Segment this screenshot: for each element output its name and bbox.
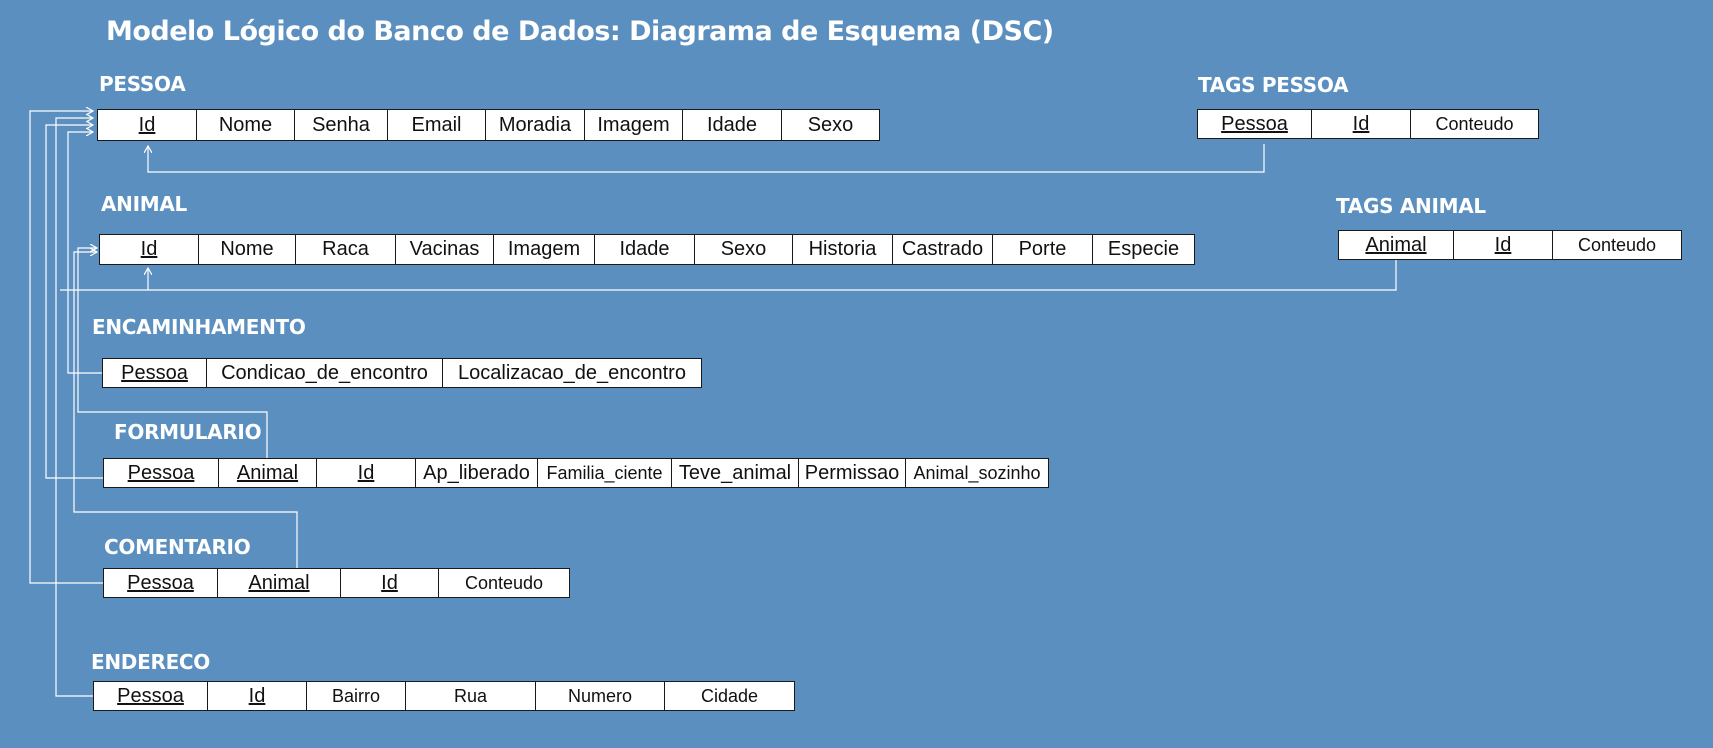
column-cell: Animal_sozinho [906, 459, 1048, 487]
fk-endereco-pessoa-line [55, 118, 94, 697]
column-cell: Raca [296, 235, 396, 264]
column-cell: Id [100, 235, 199, 264]
column-cell: Cidade [665, 682, 794, 710]
column-cell: Email [388, 110, 486, 140]
column-cell: Condicao_de_encontro [207, 359, 443, 387]
column-cell: Especie [1093, 235, 1194, 264]
table-tags-animal: Animal Id Conteudo [1338, 230, 1682, 260]
fk-comentario-animal-line [73, 252, 298, 570]
column-cell: Conteudo [439, 569, 569, 597]
table-name-pessoa: PESSOA [99, 72, 186, 96]
column-cell: Numero [536, 682, 665, 710]
column-cell: Imagem [494, 235, 595, 264]
column-cell: Pessoa [94, 682, 208, 710]
column-cell: Id [341, 569, 439, 597]
table-name-tags-pessoa: TAGS PESSOA [1198, 73, 1349, 97]
table-name-endereco: ENDERECO [91, 650, 211, 674]
column-cell: Castrado [893, 235, 993, 264]
table-name-tags-animal: TAGS ANIMAL [1336, 194, 1486, 218]
column-cell: Idade [595, 235, 695, 264]
column-cell: Pessoa [1198, 110, 1312, 138]
column-cell: Bairro [307, 682, 406, 710]
column-cell: Pessoa [104, 459, 219, 487]
column-cell: Conteudo [1553, 231, 1681, 259]
column-cell: Porte [993, 235, 1093, 264]
table-endereco: Pessoa Id Bairro Rua Numero Cidade [93, 681, 795, 711]
column-cell: Pessoa [103, 359, 207, 387]
column-cell: Moradia [486, 110, 585, 140]
column-cell: Senha [295, 110, 388, 140]
column-cell: Permissao [799, 459, 906, 487]
table-tags-pessoa: Pessoa Id Conteudo [1197, 109, 1539, 139]
column-cell: Conteudo [1411, 110, 1538, 138]
column-cell: Nome [199, 235, 296, 264]
column-cell: Imagem [585, 110, 683, 140]
fk-formulario-pessoa-line [45, 125, 104, 479]
column-cell: Id [317, 459, 416, 487]
table-comentario: Pessoa Animal Id Conteudo [103, 568, 570, 598]
table-formulario: Pessoa Animal Id Ap_liberado Familia_cie… [103, 458, 1049, 488]
column-cell: Rua [406, 682, 536, 710]
table-name-formulario: FORMULARIO [114, 420, 262, 444]
table-animal: Id Nome Raca Vacinas Imagem Idade Sexo H… [99, 234, 1195, 265]
column-cell: Animal [219, 459, 317, 487]
column-cell: Sexo [695, 235, 793, 264]
column-cell: Idade [683, 110, 782, 140]
column-cell: Pessoa [104, 569, 218, 597]
column-cell: Animal [1339, 231, 1454, 259]
table-name-comentario: COMENTARIO [104, 535, 251, 559]
column-cell: Nome [197, 110, 295, 140]
table-encaminhamento: Pessoa Condicao_de_encontro Localizacao_… [102, 358, 702, 388]
column-cell: Id [98, 110, 197, 140]
column-cell: Id [1312, 110, 1411, 138]
column-cell: Vacinas [396, 235, 494, 264]
fk-tags-pessoa-line [148, 144, 1265, 173]
table-pessoa: Id Nome Senha Email Moradia Imagem Idade… [97, 109, 880, 141]
column-cell: Localizacao_de_encontro [443, 359, 701, 387]
column-cell: Id [208, 682, 307, 710]
column-cell: Id [1454, 231, 1553, 259]
column-cell: Ap_liberado [416, 459, 538, 487]
column-cell: Sexo [782, 110, 879, 140]
column-cell: Animal [218, 569, 341, 597]
column-cell: Historia [793, 235, 893, 264]
table-name-encaminhamento: ENCAMINHAMENTO [92, 315, 306, 339]
table-name-animal: ANIMAL [101, 192, 187, 216]
column-cell: Teve_animal [672, 459, 799, 487]
column-cell: Familia_ciente [538, 459, 672, 487]
